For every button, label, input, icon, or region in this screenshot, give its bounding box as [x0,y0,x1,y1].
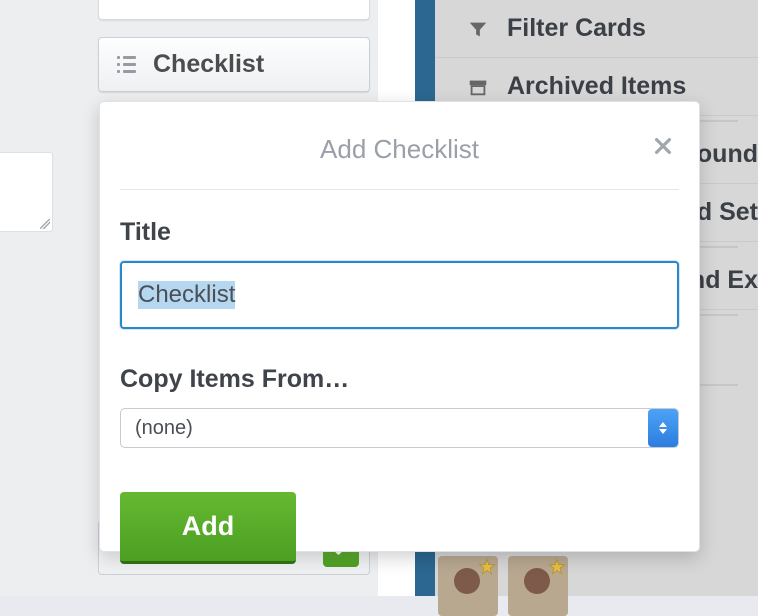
close-button[interactable] [649,132,677,160]
select-value: (none) [135,417,193,440]
checklist-button[interactable]: Checklist [98,37,370,92]
card-action-item [98,0,370,20]
checklist-button-label: Checklist [153,50,264,79]
title-field-label: Title [120,218,679,247]
copy-from-select[interactable]: (none) [120,408,679,448]
add-button-label: Add [182,511,234,541]
menu-item-label: Filter Cards [507,14,646,43]
textarea-resize-handle[interactable] [0,152,53,232]
archive-icon [467,76,489,98]
add-checklist-popover: Add Checklist Title Copy Items From… (no… [99,101,700,552]
copy-from-label: Copy Items From… [120,365,679,394]
menu-item-label: Archived Items [507,72,686,101]
title-input[interactable] [120,261,679,329]
menu-item-label: nd Ex [690,266,758,295]
menu-item-label: d Set [697,198,758,227]
filter-icon [467,18,489,40]
checklist-icon [117,56,139,73]
avatar[interactable] [508,556,568,616]
add-button[interactable]: Add [120,492,296,564]
popover-title: Add Checklist [120,134,679,165]
avatar[interactable] [438,556,498,616]
select-toggle-icon [648,409,678,447]
close-icon [652,135,674,157]
member-avatars [438,556,568,616]
menu-filter-cards[interactable]: Filter Cards [435,0,758,58]
